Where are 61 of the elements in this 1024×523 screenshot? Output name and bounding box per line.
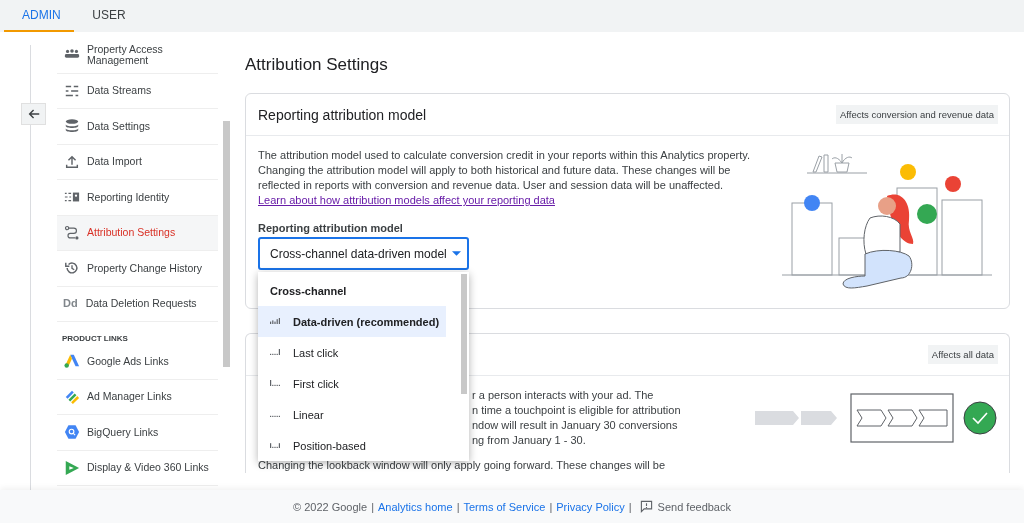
back-button[interactable] xyxy=(21,103,46,125)
text-line: ndow will result in January 30 conversions xyxy=(472,418,679,433)
sidebar-item[interactable]: Reporting Identity xyxy=(57,180,218,216)
info-badge: Affects conversion and revenue data xyxy=(835,105,998,124)
section-heading: PRODUCT LINKS xyxy=(61,333,129,344)
bars-icon xyxy=(270,442,281,449)
learn-more-link[interactable]: Learn about how attribution models affect your reporting data xyxy=(258,194,555,206)
bars-icon xyxy=(270,380,281,387)
description-text: Changing the lookback window will only apply going forward. These changes will be xyxy=(258,458,667,473)
sidebar-item[interactable]: Data Import xyxy=(57,144,218,180)
sidebar-item[interactable]: Data Streams xyxy=(57,73,218,109)
check-icon xyxy=(963,401,997,435)
separator: | xyxy=(628,500,632,513)
copyright-text: © 2022 Google xyxy=(293,500,368,513)
text-line: ng from January 1 - 30. xyxy=(472,433,587,448)
sidebar-item[interactable]: Google Ads Links xyxy=(57,344,218,380)
sidebar-item[interactable]: Dd Data Deletion Requests xyxy=(57,286,218,322)
card-title: Reporting attribution model xyxy=(258,106,427,123)
page-title: Attribution Settings xyxy=(245,55,389,75)
menu-option[interactable]: Position-based xyxy=(258,430,446,461)
menu-option[interactable]: Last click xyxy=(258,337,446,368)
separator: | xyxy=(549,500,553,513)
feedback-icon xyxy=(639,500,653,513)
feedback-button[interactable]: Send feedback xyxy=(635,500,731,513)
sidebar-item[interactable]: Display & Video 360 Links xyxy=(57,450,218,486)
stripes-logo-icon xyxy=(64,388,80,405)
triangle-logo-icon xyxy=(64,353,80,370)
text-line: n time a touchpoint is eligible for attribution xyxy=(472,403,682,418)
menu-heading: Cross-channel xyxy=(269,284,348,299)
footer-link[interactable]: Terms of Service xyxy=(463,500,546,513)
text-line: r a person interacts with your ad. The xyxy=(472,388,655,403)
info-badge: Affects all data xyxy=(927,345,998,364)
bars-icon xyxy=(270,349,281,356)
history-icon xyxy=(64,260,80,277)
footer-link[interactable]: Privacy Policy xyxy=(556,500,625,513)
menu-option[interactable]: Data-driven (recommended) xyxy=(258,306,446,337)
sidebar-item[interactable]: Data Settings xyxy=(57,109,218,145)
sidebar-item[interactable]: Ad Manager Links xyxy=(57,379,218,415)
scrollbar[interactable] xyxy=(461,274,467,394)
letters-icon: Dd xyxy=(63,298,78,310)
description-text: The attribution model used to calculate conversion credit in your reports within this Analytics property. Changing the attribution model will apply to both historical and future data. These changes will be reflected in reports with conversion and revenue data. User and session data will be unaffected. Learn about how attribution models affect your reporting data xyxy=(258,148,751,208)
sidebar-item[interactable]: Property Change History xyxy=(57,251,218,287)
menu-option[interactable]: Linear xyxy=(258,399,446,430)
attribution-model-dropdown[interactable]: Cross-channel data-driven model xyxy=(258,237,469,270)
sidebar-item[interactable]: BigQuery Links xyxy=(57,415,218,451)
database-icon xyxy=(64,118,80,135)
route-icon xyxy=(64,224,80,241)
play-logo-icon xyxy=(64,459,80,476)
footer-link[interactable]: Analytics home xyxy=(378,500,453,513)
separator: | xyxy=(371,500,375,513)
back-arrow-icon xyxy=(26,107,41,121)
menu-option[interactable]: First click xyxy=(258,368,446,399)
caret-icon xyxy=(452,251,461,256)
field-label: Reporting attribution model xyxy=(258,222,404,234)
upload-icon xyxy=(64,153,80,170)
hexagon-search-icon xyxy=(64,424,80,441)
bars-icon xyxy=(270,318,281,325)
tab[interactable]: USER xyxy=(74,0,144,32)
sidebar-item[interactable]: Property Access Management xyxy=(57,38,218,74)
sidebar-item[interactable]: Attribution Settings xyxy=(57,215,218,251)
separator: | xyxy=(456,500,460,513)
